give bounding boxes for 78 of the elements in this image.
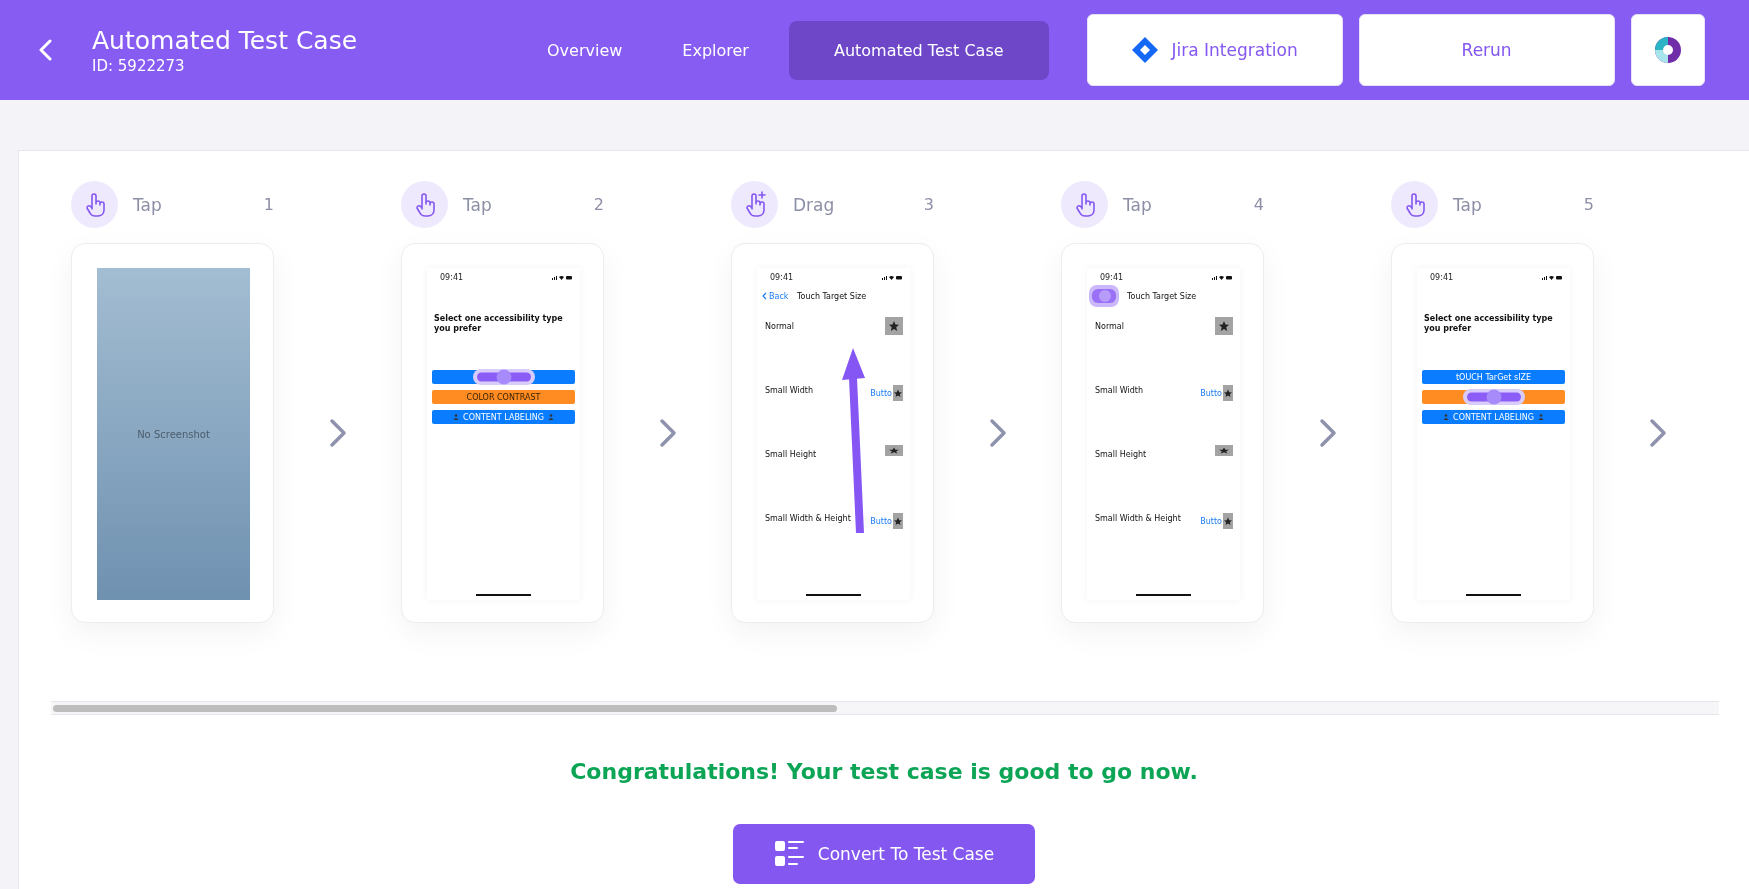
status-time: 09:41 xyxy=(1100,273,1124,282)
chevron-left-icon xyxy=(762,292,767,300)
person-icon xyxy=(547,414,554,420)
screen-title: Touch Target Size xyxy=(797,291,867,301)
list-icon xyxy=(773,839,804,869)
option-button: CONTENT LABELING xyxy=(432,410,575,424)
chevron-right-icon xyxy=(1648,418,1667,448)
screen-title: Touch Target Size xyxy=(1127,291,1197,301)
diamond-icon xyxy=(1131,36,1160,64)
row-label: Small Width xyxy=(765,386,813,395)
screen-heading: Select one accessibility type you prefer xyxy=(434,314,564,334)
step-number: 4 xyxy=(1253,195,1264,214)
step-number: 5 xyxy=(1583,195,1594,214)
button-link: Butto xyxy=(1200,516,1222,526)
jira-integration-button[interactable]: Jira Integration xyxy=(1086,14,1343,86)
button-link: Butto xyxy=(870,388,892,398)
nav-tab[interactable]: Explorer xyxy=(652,20,779,80)
convert-button[interactable]: Convert To Test Case xyxy=(733,824,1035,884)
status-icons xyxy=(882,275,902,280)
case-id: ID: 5922273 xyxy=(92,56,186,75)
action-label: Tap xyxy=(1123,194,1153,215)
row-label: Small Width xyxy=(1095,386,1143,395)
chevron-right-icon xyxy=(328,418,347,448)
screenshot-card[interactable]: 09:41 Back Touch Target Size Normal Small Width Butto Small Height Small Width & Height Butto xyxy=(731,243,934,623)
screenshot-card[interactable]: 09:41 Select one accessibility type you prefer COLOR CONTRAST CONTENT LABELING xyxy=(401,243,604,623)
action-label: Tap xyxy=(463,194,493,215)
step-number: 3 xyxy=(923,195,934,214)
person-icon xyxy=(1443,414,1450,420)
action-label: Drag xyxy=(793,194,836,215)
option-button: tOUCH TarGet sIZE xyxy=(1422,370,1565,384)
row-label: Small Height xyxy=(765,450,817,459)
action-label: Tap xyxy=(133,194,163,215)
person-icon xyxy=(1537,414,1544,420)
page-title: Automated Test Case xyxy=(92,25,359,55)
screenshot-card[interactable]: No Screenshot xyxy=(71,243,274,623)
tap-gesture-icon xyxy=(401,181,448,228)
step-number: 1 xyxy=(263,195,274,214)
touch-marker-icon xyxy=(1462,388,1525,405)
screenshot-card[interactable]: 09:41 Touch Target Size Normal Small Width Butto Small Height Small Width & Height Butto xyxy=(1061,243,1264,623)
row-label: Small Width & Height xyxy=(1095,514,1181,523)
status-icons xyxy=(1542,275,1562,280)
option-button: COLOR CONTRAST xyxy=(432,390,575,404)
person-icon xyxy=(453,414,460,420)
back-icon[interactable] xyxy=(38,39,54,61)
logo-icon xyxy=(1652,35,1683,65)
button-link: Butto xyxy=(1200,388,1222,398)
screenshot-card[interactable]: 09:41 Select one accessibility type you prefer tOUCH TarGet sIZE CONTENT LABELING xyxy=(1391,243,1594,623)
touch-marker-icon xyxy=(472,368,535,385)
tap-gesture-icon xyxy=(71,181,118,228)
status-icons xyxy=(552,275,572,280)
status-time: 09:41 xyxy=(1430,273,1454,282)
tap-gesture-icon xyxy=(1061,181,1108,228)
status-time: 09:41 xyxy=(440,273,464,282)
option-button: CONTENT LABELING xyxy=(1422,410,1565,424)
nav-tab[interactable]: Overview xyxy=(517,20,653,80)
action-label: Tap xyxy=(1453,194,1483,215)
horizontal-scrollbar[interactable] xyxy=(51,701,1719,715)
row-label: Normal xyxy=(1095,322,1124,331)
no-screenshot-label: No Screenshot xyxy=(137,428,210,440)
row-label: Normal xyxy=(765,322,794,331)
chevron-right-icon xyxy=(1318,418,1337,448)
status-icons xyxy=(1212,275,1232,280)
drag-gesture-icon xyxy=(731,181,778,228)
button-link: Butto xyxy=(870,516,892,526)
chevron-right-icon xyxy=(988,418,1007,448)
screen-heading: Select one accessibility type you prefer xyxy=(1424,314,1554,334)
step-number: 2 xyxy=(593,195,604,214)
success-message: Congratulations! Your test case is good to go now. xyxy=(569,759,1199,784)
status-time: 09:41 xyxy=(770,273,794,282)
back-link: Back xyxy=(769,291,790,301)
nav-tab[interactable]: Automated Test Case xyxy=(788,20,1049,80)
row-label: Small Height xyxy=(1095,450,1147,459)
rerun-button[interactable]: Rerun xyxy=(1358,14,1615,86)
tap-gesture-icon xyxy=(1391,181,1438,228)
chevron-right-icon xyxy=(658,418,677,448)
scroll-thumb[interactable] xyxy=(53,704,837,712)
row-label: Small Width & Height xyxy=(765,514,851,523)
logo-button[interactable] xyxy=(1630,14,1705,86)
